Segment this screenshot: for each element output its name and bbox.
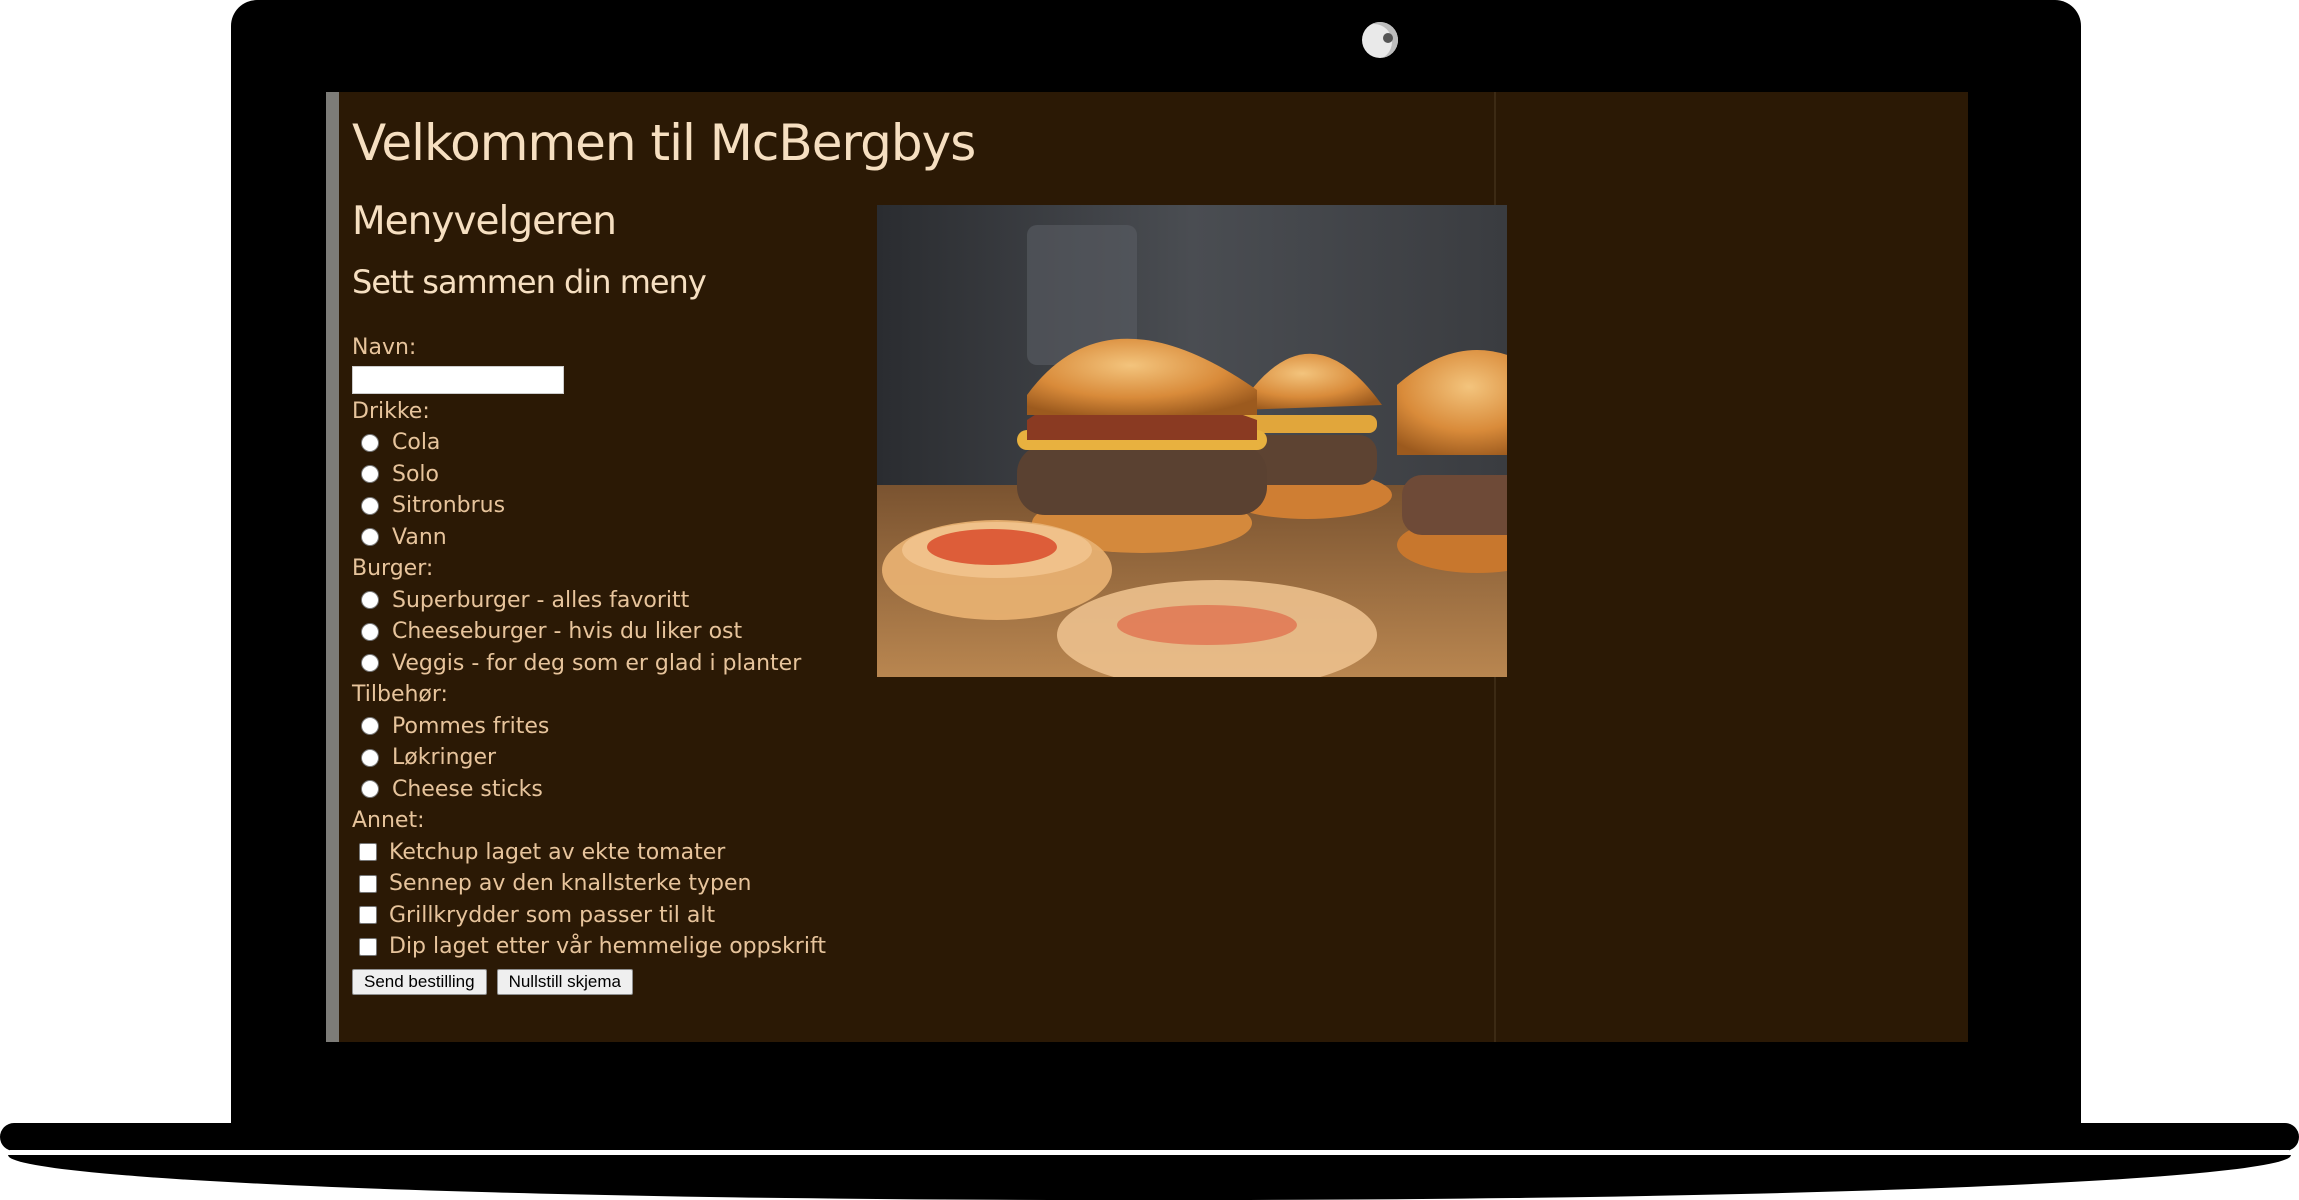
option-label: Grillkrydder som passer til alt (389, 902, 716, 928)
extras-label: Annet: (352, 808, 425, 833)
drink-option-vann[interactable]: Vann (352, 522, 872, 554)
burger-label: Burger: (352, 556, 434, 581)
page-title: Velkommen til McBergbys (352, 114, 976, 172)
option-label: Veggis - for deg som er glad i planter (392, 650, 802, 676)
checkbox[interactable] (359, 906, 377, 925)
drinks-label: Drikke: (352, 398, 430, 424)
burger-option-superburger[interactable]: Superburger - alles favoritt (352, 585, 872, 617)
laptop-base-top (0, 1123, 2299, 1151)
browser-screen: Velkommen til McBergbys Menyvelgeren Set… (326, 92, 1968, 1042)
option-label: Superburger - alles favoritt (392, 587, 690, 613)
order-form: Navn: Drikke: Cola Solo Sitronbrus Vann … (352, 332, 872, 995)
option-label: Sennep av den knallsterke typen (389, 871, 752, 896)
webcam-icon (1362, 22, 1398, 58)
option-label: Cheese sticks (392, 776, 543, 802)
submit-button[interactable]: Send bestilling (352, 968, 487, 995)
radio-button[interactable] (361, 622, 379, 641)
side-option-pommes-frites[interactable]: Pommes frites (352, 711, 872, 743)
drink-option-solo[interactable]: Solo (352, 459, 872, 491)
option-label: Cola (392, 430, 441, 455)
extra-option-grillkrydder[interactable]: Grillkrydder som passer til alt (352, 900, 872, 932)
section-heading: Sett sammen din meny (352, 263, 707, 301)
burger-option-veggis[interactable]: Veggis - for deg som er glad i planter (352, 648, 872, 680)
page-subtitle: Menyvelgeren (352, 199, 617, 244)
radio-button[interactable] (361, 465, 379, 484)
radio-button[interactable] (361, 591, 379, 610)
radio-button[interactable] (361, 748, 379, 767)
radio-button[interactable] (361, 654, 379, 673)
side-option-cheese-sticks[interactable]: Cheese sticks (352, 774, 872, 806)
radio-button[interactable] (361, 496, 379, 515)
extra-option-sennep[interactable]: Sennep av den knallsterke typen (352, 868, 872, 900)
drink-option-sitronbrus[interactable]: Sitronbrus (352, 490, 872, 522)
option-label: Dip laget etter vår hemmelige oppskrift (389, 934, 826, 959)
option-label: Cheeseburger - hvis du liker ost (392, 619, 743, 644)
extra-option-ketchup[interactable]: Ketchup laget av ekte tomater (352, 837, 872, 869)
laptop-mockup: Velkommen til McBergbys Menyvelgeren Set… (0, 0, 2299, 1200)
reset-button[interactable]: Nullstill skjema (496, 968, 633, 995)
checkbox[interactable] (359, 874, 377, 893)
name-label: Navn: (352, 335, 417, 360)
radio-button[interactable] (361, 717, 379, 736)
drink-option-cola[interactable]: Cola (352, 427, 872, 459)
option-label: Pommes frites (392, 713, 550, 739)
burgers-photo (877, 205, 1507, 677)
option-label: Løkringer (392, 745, 497, 770)
option-label: Vann (392, 524, 447, 550)
option-label: Sitronbrus (392, 493, 506, 518)
checkbox[interactable] (359, 843, 377, 862)
name-input[interactable] (352, 365, 564, 394)
radio-button[interactable] (361, 433, 379, 452)
radio-button[interactable] (361, 528, 379, 547)
burger-option-cheeseburger[interactable]: Cheeseburger - hvis du liker ost (352, 616, 872, 648)
form-buttons: Send bestilling Nullstill skjema (352, 968, 872, 995)
laptop-base-bottom (8, 1155, 2291, 1200)
option-label: Ketchup laget av ekte tomater (389, 839, 726, 865)
extra-option-dip[interactable]: Dip laget etter vår hemmelige oppskrift (352, 931, 872, 963)
left-accent-bar (326, 92, 339, 1042)
option-label: Solo (392, 461, 439, 487)
checkbox[interactable] (359, 937, 377, 956)
radio-button[interactable] (361, 780, 379, 799)
sides-label: Tilbehør: (352, 682, 448, 707)
burgers-illustration (877, 205, 1507, 677)
side-option-lokringer[interactable]: Løkringer (352, 742, 872, 774)
